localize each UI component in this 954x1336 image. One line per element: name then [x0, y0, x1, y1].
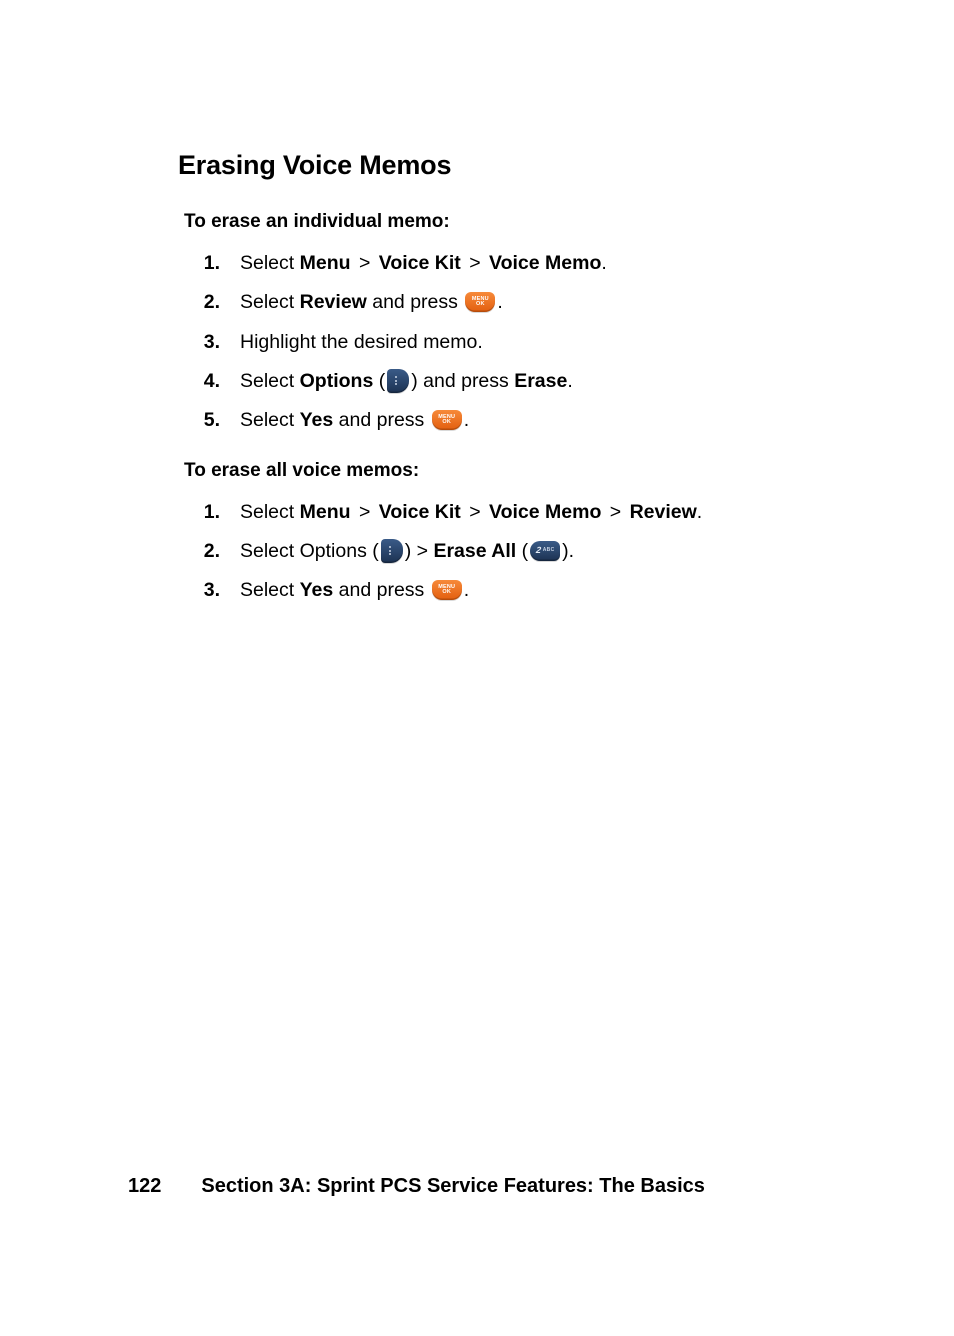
step-body: Highlight the desired memo. — [240, 330, 836, 355]
step-body: Select Menu > Voice Kit > Voice Memo > R… — [240, 500, 836, 525]
step-number: 2. — [202, 290, 220, 315]
step-number: 3. — [202, 330, 220, 355]
step-body: Select Options ( ) > Erase All ( 2 ABC )… — [240, 539, 836, 564]
step-number: 5. — [202, 408, 220, 433]
step-body: Select Options ( ) and press Erase . — [240, 369, 836, 394]
number-2-key-icon: 2 ABC — [530, 541, 560, 561]
steps-all: 1. Select Menu > Voice Kit > Voice Memo … — [178, 500, 836, 604]
list-item: 3. Select Yes and press MENU OK . — [202, 578, 836, 603]
step-body: Select Review and press MENU OK . — [240, 290, 836, 315]
footer-section-label: Section 3A: Sprint PCS Service Features:… — [201, 1175, 705, 1198]
step-number: 3. — [202, 578, 220, 603]
page-number: 122 — [128, 1175, 161, 1198]
steps-individual: 1. Select Menu > Voice Kit > Voice Memo … — [178, 251, 836, 434]
step-number: 1. — [202, 500, 220, 525]
page-title: Erasing Voice Memos — [178, 150, 836, 181]
menu-ok-key-icon: MENU OK — [432, 410, 462, 430]
section-intro-individual: To erase an individual memo: — [184, 211, 836, 233]
section-intro-all: To erase all voice memos: — [184, 460, 836, 482]
step-number: 4. — [202, 369, 220, 394]
right-soft-key-icon — [387, 369, 409, 393]
list-item: 1. Select Menu > Voice Kit > Voice Memo … — [202, 251, 836, 276]
menu-ok-key-icon: MENU OK — [465, 292, 495, 312]
list-item: 3. Highlight the desired memo. — [202, 330, 836, 355]
step-number: 2. — [202, 539, 220, 564]
step-number: 1. — [202, 251, 220, 276]
list-item: 4. Select Options ( ) and press Erase . — [202, 369, 836, 394]
step-body: Select Menu > Voice Kit > Voice Memo . — [240, 251, 836, 276]
page-footer: 122 Section 3A: Sprint PCS Service Featu… — [128, 1175, 705, 1198]
list-item: 2. Select Review and press MENU OK . — [202, 290, 836, 315]
step-body: Select Yes and press MENU OK . — [240, 578, 836, 603]
step-body: Select Yes and press MENU OK . — [240, 408, 836, 433]
list-item: 1. Select Menu > Voice Kit > Voice Memo … — [202, 500, 836, 525]
menu-ok-key-icon: MENU OK — [432, 580, 462, 600]
right-soft-key-icon — [381, 539, 403, 563]
list-item: 5. Select Yes and press MENU OK . — [202, 408, 836, 433]
list-item: 2. Select Options ( ) > Erase All ( 2 AB… — [202, 539, 836, 564]
